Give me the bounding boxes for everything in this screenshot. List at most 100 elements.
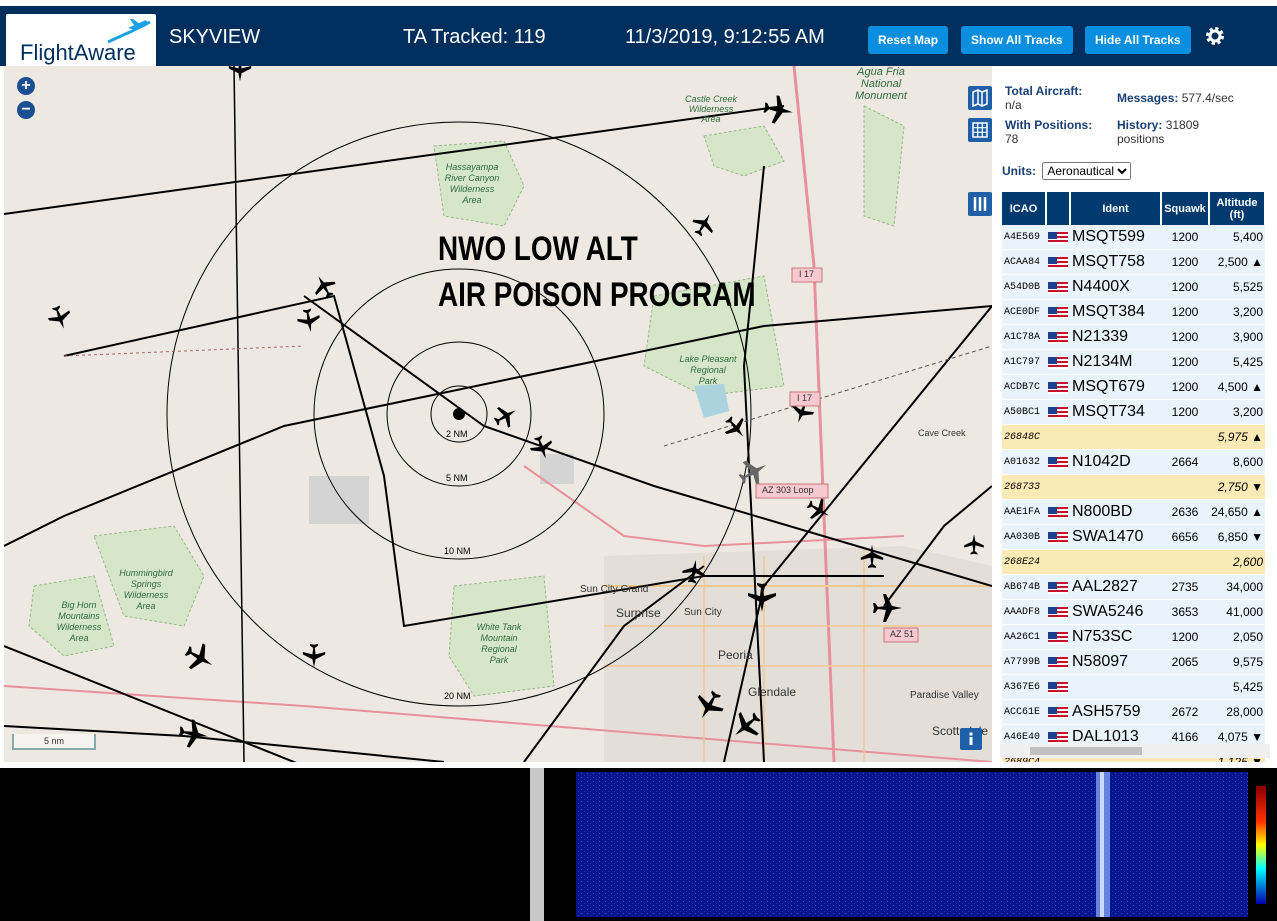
zoom-out-icon[interactable]: − (17, 101, 35, 119)
table-row[interactable]: A01632 N1042D 2664 8,600 (1002, 449, 1265, 475)
map-shield-az51: AZ 51 (890, 629, 915, 639)
squawk-cell: 2065 (1161, 649, 1209, 675)
flag-cell (1046, 249, 1070, 275)
table-row[interactable]: ACC61E ASH5759 2672 28,000 (1002, 699, 1265, 725)
table-row[interactable]: AB674B AAL2827 2735 34,000 (1002, 574, 1265, 600)
icao-cell: AAADF8 (1002, 599, 1046, 625)
table-row[interactable]: A1C797 N2134M 1200 5,425 (1002, 349, 1265, 375)
icao-cell: A7799B (1002, 649, 1046, 675)
col-header-icao[interactable]: ICAO (1002, 192, 1047, 225)
squawk-cell: 2735 (1161, 574, 1209, 600)
table-horizontal-scrollbar[interactable] (1000, 744, 1270, 758)
reset-map-button[interactable]: Reset Map (868, 26, 949, 54)
icao-cell: A1C78A (1002, 324, 1046, 350)
aircraft-icon (48, 305, 70, 329)
table-row[interactable]: A367E6 5,425 (1002, 674, 1265, 700)
table-row[interactable]: AA030B SWA1470 6656 6,850 ▼ (1002, 524, 1265, 550)
show-all-tracks-button[interactable]: Show All Tracks (961, 26, 1073, 54)
map-label-peoria: Peoria (718, 648, 753, 662)
squawk-cell: 1200 (1161, 349, 1209, 375)
flag-cell (1046, 299, 1070, 325)
squawk-cell: 1200 (1161, 225, 1209, 250)
altitude-cell: 2,050 (1209, 624, 1265, 650)
table-row[interactable]: A7799B N58097 2065 9,575 (1002, 649, 1265, 675)
hide-all-tracks-button[interactable]: Hide All Tracks (1085, 26, 1191, 54)
us-flag-icon (1048, 256, 1068, 269)
ident-cell: SWA5246 (1070, 599, 1161, 625)
scrollbar-thumb[interactable] (1030, 747, 1142, 755)
zoom-in-icon[interactable]: + (17, 77, 35, 95)
total-aircraft-value: n/a (1005, 98, 1022, 112)
units-control: Units: Aeronautical (1002, 162, 1132, 180)
icao-cell: AA030B (1002, 524, 1046, 550)
col-header-altitude[interactable]: Altitude (ft) (1209, 192, 1266, 225)
grid-icon[interactable] (968, 118, 992, 142)
map-label-hassayampa: Hassayampa River Canyon Wilderness Area (444, 162, 500, 205)
logo-text: FlightAware (20, 40, 136, 65)
altitude-cell: 5,525 (1209, 274, 1265, 300)
altitude-cell: 6,850 ▼ (1209, 524, 1265, 550)
with-positions-stat: With Positions: 78 (1005, 118, 1092, 146)
ident-cell: MSQT384 (1070, 299, 1161, 325)
flag-cell (1046, 549, 1070, 575)
messages-label: Messages: (1117, 91, 1179, 105)
aircraft-icon (806, 498, 829, 519)
table-row[interactable]: ACDB7C MSQT679 1200 4,500 ▲ (1002, 374, 1265, 400)
altitude-cell: 24,650 ▲ (1209, 499, 1265, 525)
table-row[interactable]: AAE1FA N800BD 2636 24,650 ▲ (1002, 499, 1265, 525)
icao-cell: 26848C (1002, 424, 1046, 450)
ident-cell: N1042D (1070, 449, 1161, 475)
table-row[interactable]: A4E569 MSQT599 1200 5,400 (1002, 225, 1265, 250)
aircraft-icon (302, 644, 326, 668)
map-label-glendale: Glendale (748, 685, 797, 699)
info-icon[interactable] (960, 728, 982, 750)
table-row[interactable]: 268E24 2,600 (1002, 549, 1265, 575)
ident-cell: MSQT734 (1070, 399, 1161, 425)
squawk-cell: 1200 (1161, 299, 1209, 325)
gear-icon[interactable] (1203, 24, 1227, 48)
us-flag-icon (1048, 381, 1068, 394)
flightaware-logo[interactable]: FlightAware (6, 14, 156, 69)
col-header-ident[interactable]: Ident (1070, 192, 1162, 225)
squawk-cell (1161, 674, 1209, 700)
map-shield-i17-north: I 17 (799, 269, 815, 279)
table-row[interactable]: A1C78A N21339 1200 3,900 (1002, 324, 1265, 350)
map-area[interactable]: Agua Fria National Monument Castle Creek… (4, 66, 992, 762)
flag-cell (1046, 449, 1070, 475)
map-layers-icon[interactable] (968, 86, 992, 110)
units-label: Units: (1002, 164, 1036, 178)
icao-cell: ACE0DF (1002, 299, 1046, 325)
us-flag-icon (1048, 456, 1068, 469)
altitude-cell: 5,400 (1209, 225, 1265, 250)
messages-value: 577.4/sec (1181, 91, 1234, 105)
app-title: SKYVIEW (169, 26, 261, 48)
table-row[interactable]: ACAA84 MSQT758 1200 2,500 ▲ (1002, 249, 1265, 275)
units-select[interactable]: Aeronautical (1042, 162, 1132, 180)
table-row[interactable]: A50BC1 MSQT734 1200 3,200 (1002, 399, 1265, 425)
table-row[interactable]: AA26C1 N753SC 1200 2,050 (1002, 624, 1265, 650)
us-flag-icon (1048, 656, 1068, 669)
table-row[interactable]: 268733 2,750 ▼ (1002, 474, 1265, 500)
table-row[interactable]: ACE0DF MSQT384 1200 3,200 (1002, 299, 1265, 325)
map-label-cave-creek: Cave Creek (918, 428, 966, 438)
us-flag-icon (1048, 281, 1068, 294)
squawk-cell (1161, 549, 1209, 575)
total-aircraft-stat: Total Aircraft: n/a (1005, 84, 1082, 112)
bottom-left-panel (0, 768, 530, 921)
icao-cell: 268E24 (1002, 549, 1046, 575)
icao-cell: A50BC1 (1002, 399, 1046, 425)
squawk-cell: 2636 (1161, 499, 1209, 525)
datetime: 11/3/2019, 9:12:55 AM (625, 26, 825, 48)
icao-cell: 268733 (1002, 474, 1046, 500)
table-row[interactable]: AAADF8 SWA5246 3653 41,000 (1002, 599, 1265, 625)
with-positions-value: 78 (1005, 132, 1019, 146)
squawk-cell: 1200 (1161, 274, 1209, 300)
table-row[interactable]: 26848C 5,975 ▲ (1002, 424, 1265, 450)
altitude-cell: 3,200 (1209, 299, 1265, 325)
columns-icon[interactable] (968, 192, 992, 216)
table-row[interactable]: A54D0B N4400X 1200 5,525 (1002, 274, 1265, 300)
col-header-flag[interactable] (1046, 192, 1071, 225)
squawk-cell: 1200 (1161, 374, 1209, 400)
col-header-squawk[interactable]: Squawk (1161, 192, 1210, 225)
ident-cell: AAL2827 (1070, 574, 1161, 600)
